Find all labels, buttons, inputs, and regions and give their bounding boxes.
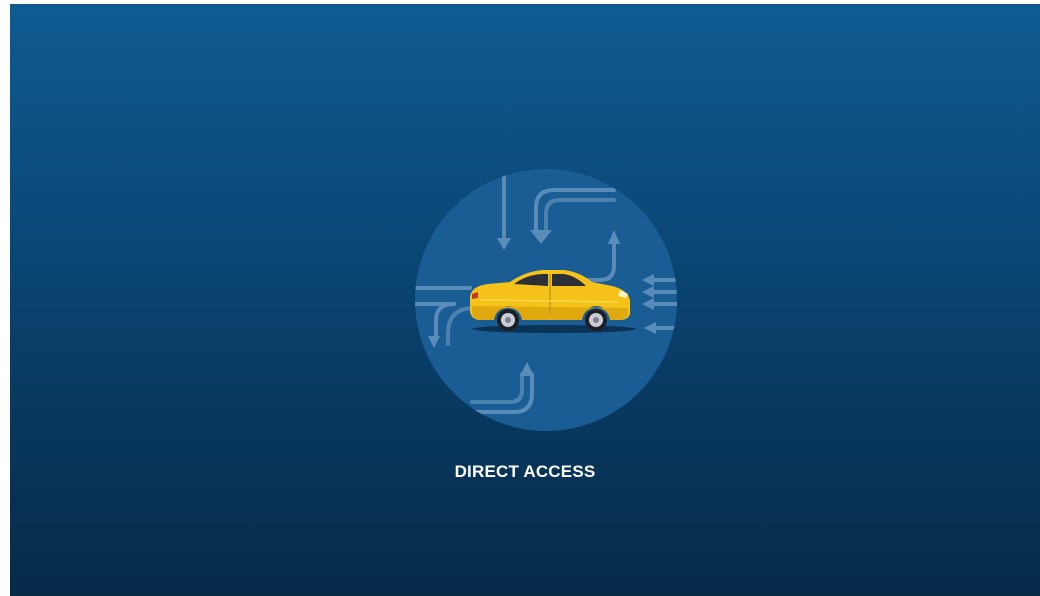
direct-access-label[interactable]: DIRECT ACCESS [10, 462, 1040, 482]
direct-access-screen: DIRECT ACCESS [10, 4, 1040, 596]
direct-access-tile[interactable] [414, 168, 678, 432]
car-direct-access-icon [415, 169, 677, 431]
